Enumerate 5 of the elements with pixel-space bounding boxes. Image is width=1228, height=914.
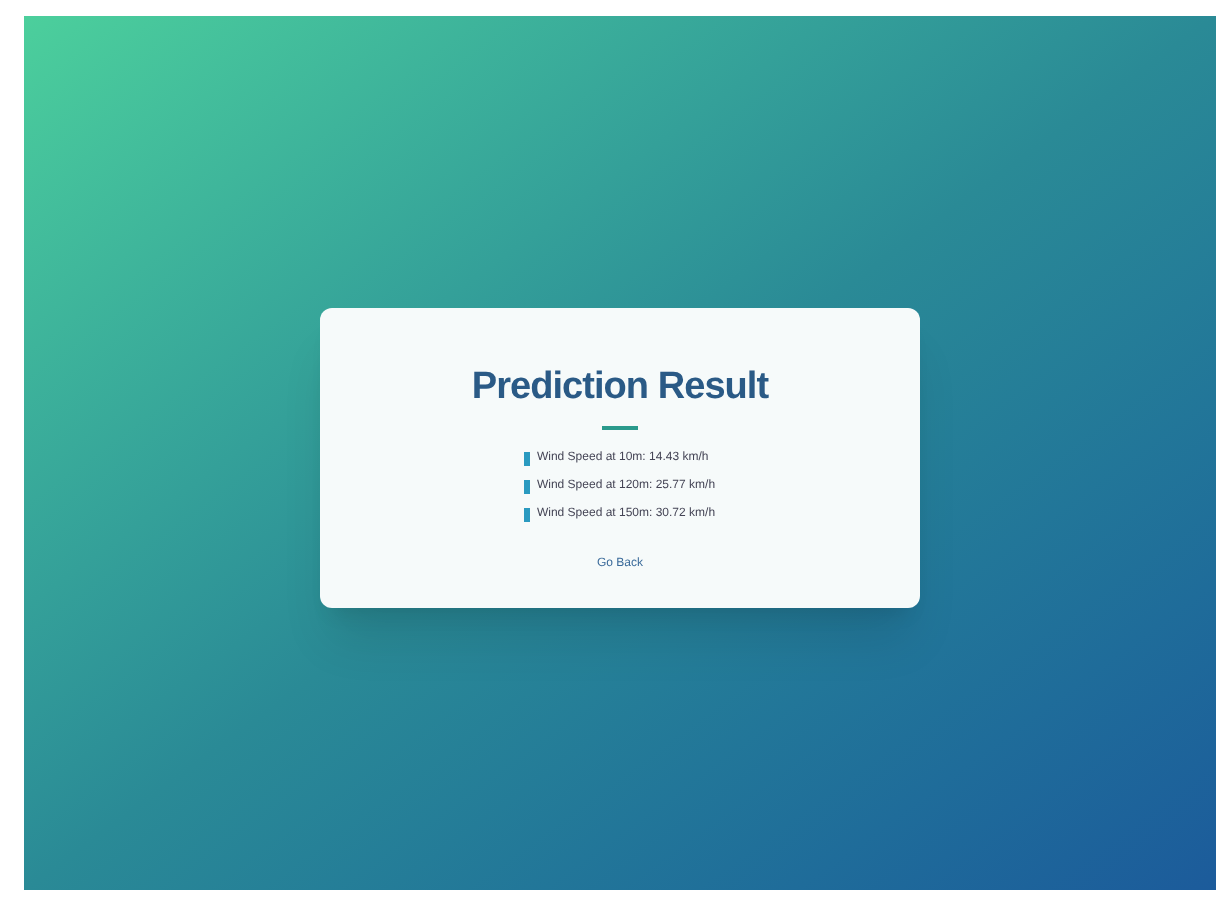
bullet-icon xyxy=(524,508,531,522)
bullet-icon xyxy=(524,480,531,494)
bullet-icon xyxy=(524,452,531,466)
title-underline xyxy=(602,426,638,430)
result-title: Prediction Result xyxy=(471,363,769,411)
